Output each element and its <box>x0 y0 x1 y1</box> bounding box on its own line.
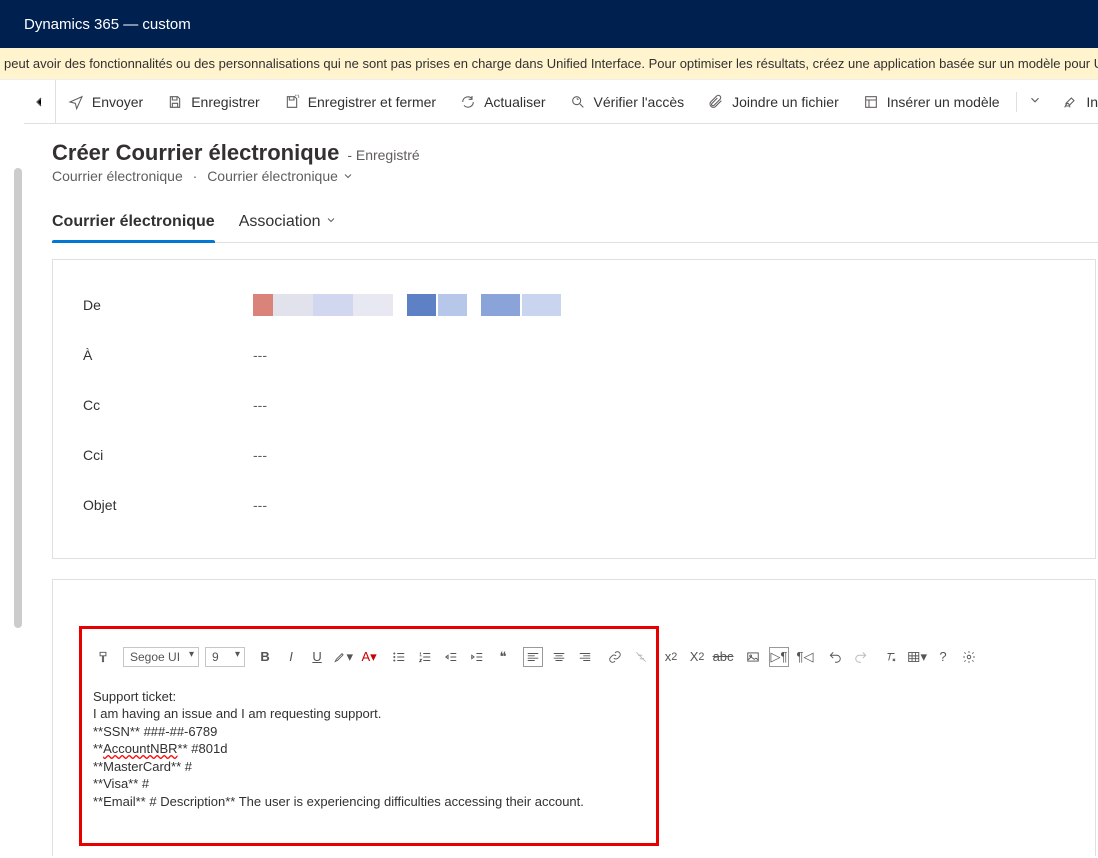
cc-label: Cc <box>83 397 253 413</box>
back-button[interactable] <box>24 80 56 124</box>
direction-ltr-button[interactable]: ▷¶ <box>769 647 789 667</box>
undo-button[interactable] <box>825 647 845 667</box>
insert-template-button[interactable]: Insérer un modèle <box>851 80 1012 123</box>
save-and-close-button[interactable]: Enregistrer et fermer <box>272 80 448 123</box>
insert-link-button[interactable] <box>605 647 625 667</box>
scrollbar-thumb[interactable] <box>14 168 22 628</box>
redacted-from-content <box>253 294 561 316</box>
command-bar: Envoyer Enregistrer Enregistrer et ferme… <box>24 80 1098 124</box>
underline-button[interactable]: U <box>307 647 327 667</box>
email-body-section: Segoe UI 9 B I U ▾ A▾ <box>52 579 1096 856</box>
direction-rtl-button[interactable]: ¶◁ <box>795 647 815 667</box>
record-status: - Enregistré <box>347 147 419 163</box>
command-bar-more-chevron[interactable] <box>1020 93 1050 110</box>
unified-interface-warning: peut avoir des fonctionnalités ou des pe… <box>0 48 1098 80</box>
highlight-color-button[interactable]: ▾ <box>333 647 353 667</box>
command-bar-separator <box>1016 92 1017 112</box>
numbered-list-button[interactable] <box>415 647 435 667</box>
font-size-select[interactable]: 9 <box>205 647 245 667</box>
outdent-button[interactable] <box>441 647 461 667</box>
insert-image-button[interactable] <box>743 647 763 667</box>
from-field[interactable] <box>253 294 561 316</box>
attach-file-button[interactable]: Joindre un fichier <box>696 80 851 123</box>
tab-email[interactable]: Courrier électronique <box>52 205 215 241</box>
vertical-scrollbar[interactable] <box>0 80 24 856</box>
insert-signature-button[interactable]: In <box>1050 80 1098 123</box>
form-tabs: Courrier électronique Association <box>52 205 1098 242</box>
remove-link-button[interactable] <box>631 647 651 667</box>
tab-association[interactable]: Association <box>239 205 337 241</box>
bold-button[interactable]: B <box>255 647 275 667</box>
rich-text-toolbar: Segoe UI 9 B I U ▾ A▾ <box>93 640 1055 674</box>
align-center-button[interactable] <box>549 647 569 667</box>
to-label: À <box>83 347 253 363</box>
align-right-button[interactable] <box>575 647 595 667</box>
bcc-label: Cci <box>83 447 253 463</box>
insert-table-button[interactable]: ▾ <box>907 647 927 667</box>
redo-button[interactable] <box>851 647 871 667</box>
subject-field[interactable]: --- <box>253 497 267 513</box>
font-color-button[interactable]: A▾ <box>359 647 379 667</box>
app-top-bar: Dynamics 365 — custom <box>0 0 1098 48</box>
subscript-button[interactable]: X2 <box>687 647 707 667</box>
clear-formatting-button[interactable] <box>881 647 901 667</box>
to-field[interactable]: --- <box>253 347 267 363</box>
superscript-button[interactable]: x2 <box>661 647 681 667</box>
refresh-button[interactable]: Actualiser <box>448 80 557 123</box>
italic-button[interactable]: I <box>281 647 301 667</box>
save-button[interactable]: Enregistrer <box>155 80 271 123</box>
subject-label: Objet <box>83 497 253 513</box>
settings-gear-icon[interactable] <box>959 647 979 667</box>
help-button[interactable]: ? <box>933 647 953 667</box>
check-access-button[interactable]: Vérifier l'accès <box>558 80 697 123</box>
font-family-select[interactable]: Segoe UI <box>123 647 199 667</box>
format-painter-icon[interactable] <box>93 647 113 667</box>
chevron-down-icon <box>342 169 354 185</box>
chevron-down-icon <box>325 213 337 231</box>
bcc-field[interactable]: --- <box>253 447 267 463</box>
page-title: Créer Courrier électronique - Enregistré <box>52 140 1098 166</box>
cc-field[interactable]: --- <box>253 397 267 413</box>
align-left-button[interactable] <box>523 647 543 667</box>
app-title: Dynamics 365 — custom <box>24 16 191 33</box>
blockquote-button[interactable]: ❝ <box>493 647 513 667</box>
bullet-list-button[interactable] <box>389 647 409 667</box>
email-header-section: De À --- Cc --- <box>52 259 1096 559</box>
from-label: De <box>83 297 253 313</box>
strikethrough-button[interactable]: abc <box>713 647 733 667</box>
form-selector[interactable]: Courrier électronique · Courrier électro… <box>52 168 1098 185</box>
indent-button[interactable] <box>467 647 487 667</box>
email-body-editor[interactable]: Support ticket: I am having an issue and… <box>93 688 1055 811</box>
send-button[interactable]: Envoyer <box>56 80 155 123</box>
